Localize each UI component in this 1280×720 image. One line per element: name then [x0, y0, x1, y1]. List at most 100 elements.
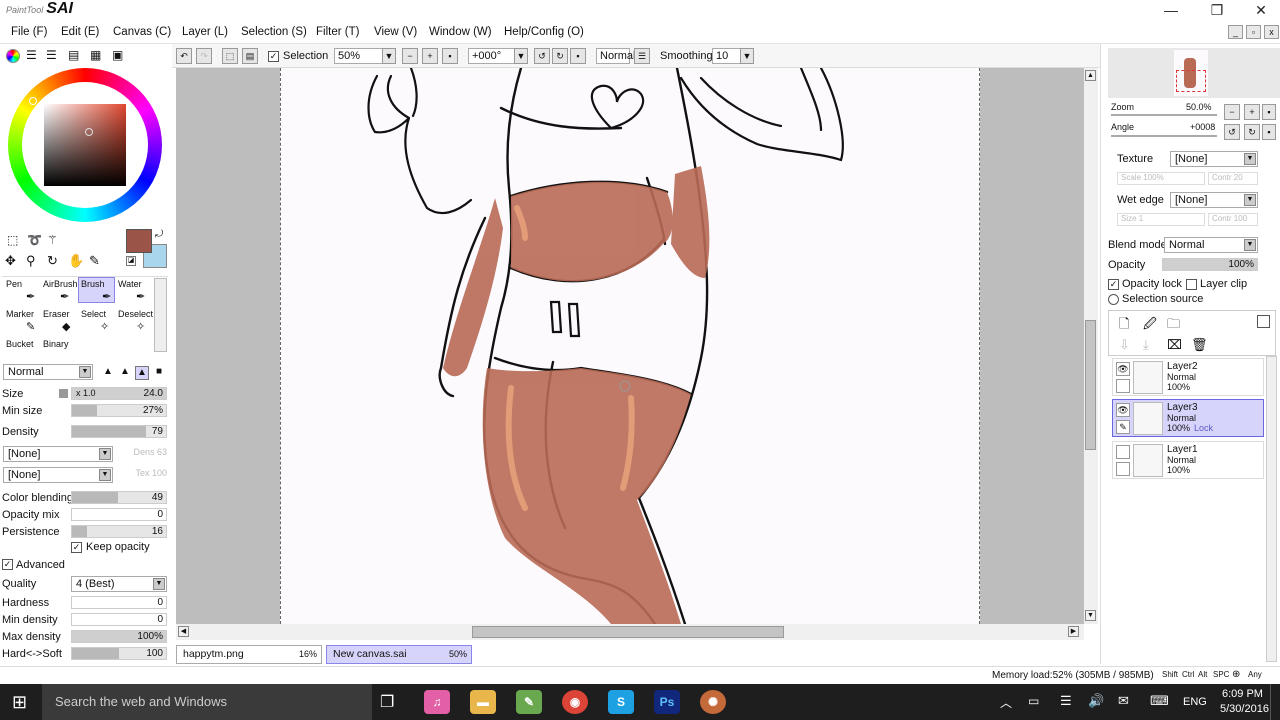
zoom-in-icon[interactable]: +	[422, 48, 438, 64]
nav-rotate-cw-icon[interactable]: ↻	[1244, 124, 1260, 140]
battery-icon[interactable]: ▭	[1028, 694, 1039, 708]
size-slider[interactable]: x 1.0 24.0	[71, 387, 167, 400]
eyedropper-icon[interactable]: ✎	[89, 253, 100, 269]
nav-rotate-reset-icon[interactable]: ▪	[1262, 124, 1276, 140]
tool-bucket[interactable]: Bucket	[6, 339, 34, 349]
doc-tab-happytm[interactable]: happytm.png 16%	[176, 645, 322, 664]
menu-window[interactable]: Window (W)	[429, 26, 492, 38]
rgb-slider-tab-icon[interactable]: ☰	[26, 49, 40, 63]
photoshop-icon[interactable]: Ps	[654, 690, 680, 714]
transfer-down-icon[interactable]: ⇩	[1119, 337, 1130, 353]
itunes-icon[interactable]: ♫	[424, 690, 450, 714]
vertical-scroll-thumb[interactable]	[1085, 320, 1096, 450]
vertical-scrollbar[interactable]: ▲ ▼	[1084, 68, 1098, 624]
tool-grid-scrollbar[interactable]	[154, 278, 167, 352]
layer-edit-icon[interactable]: ✎	[1116, 420, 1130, 434]
tray-chevron-icon[interactable]: ︿	[1000, 694, 1012, 711]
horizontal-scroll-thumb[interactable]	[472, 626, 784, 638]
tray-language[interactable]: ENG	[1183, 696, 1207, 708]
menu-layer[interactable]: Layer (L)	[182, 26, 228, 38]
restore-button[interactable]: ❐	[1194, 0, 1240, 22]
nav-zoom-in-icon[interactable]: +	[1244, 104, 1260, 120]
nav-zoom-out-icon[interactable]: −	[1224, 104, 1240, 120]
new-folder-icon[interactable]: 🗀	[1167, 315, 1180, 337]
nav-angle-slider[interactable]	[1111, 135, 1217, 137]
delete-layer-icon[interactable]: 🗑	[1191, 337, 1208, 353]
min-density-slider[interactable]: 0	[71, 613, 167, 626]
rotate-cw-icon[interactable]: ↻	[552, 48, 568, 64]
density-slider[interactable]: 79	[71, 425, 167, 438]
tool-binary[interactable]: Binary	[43, 339, 69, 349]
skype-icon[interactable]: S	[608, 690, 634, 714]
merge-down-icon[interactable]: ⤓	[1143, 337, 1149, 353]
tray-date[interactable]: 5/30/2016	[1220, 703, 1269, 715]
deselect-icon[interactable]: ⬚	[222, 48, 238, 64]
hand-icon[interactable]: ✋	[68, 253, 84, 269]
nav-zoom-slider[interactable]	[1111, 114, 1217, 116]
wet-edge-dropdown[interactable]: [None] ▼	[1170, 192, 1258, 208]
layer-row[interactable]: 👁 Layer2 Normal 100%	[1112, 358, 1264, 396]
navigator-preview[interactable]	[1108, 48, 1280, 98]
layer-blend-mode-dropdown[interactable]: Normal ▼	[1164, 237, 1258, 253]
zoom-out-icon[interactable]: −	[402, 48, 418, 64]
hsv-slider-tab-icon[interactable]: ☰	[46, 49, 60, 63]
stabilizer-menu-icon[interactable]: ☰	[634, 48, 650, 64]
windows-start-icon[interactable]: ⊞	[12, 692, 27, 713]
transparent-color-icon[interactable]: ◪	[126, 256, 136, 266]
tool-marker[interactable]: Marker	[6, 309, 34, 319]
selection-source-radio[interactable]	[1108, 294, 1119, 305]
layer-edit-icon[interactable]	[1116, 462, 1130, 476]
color-blending-slider[interactable]: 49	[71, 491, 167, 504]
scratchpad-tab-icon[interactable]: ▣	[112, 49, 126, 63]
wifi-icon[interactable]: ☰	[1060, 693, 1072, 709]
advanced-checkbox[interactable]: ✓	[2, 559, 13, 570]
nav-zoom-reset-icon[interactable]: ▪	[1262, 104, 1276, 120]
tool-airbrush[interactable]: AirBrush	[43, 279, 78, 289]
new-layer-icon[interactable]: 🗋	[1119, 315, 1129, 337]
chevron-down-icon[interactable]: ▼	[740, 48, 754, 64]
rect-select-icon[interactable]: ⬚	[7, 233, 18, 247]
swap-colors-icon[interactable]: ⤾	[155, 229, 163, 240]
notification-icon[interactable]: ✉	[1118, 693, 1129, 709]
painttool-sai-icon[interactable]: ✎	[516, 690, 542, 714]
new-linework-layer-icon[interactable]: 🖉	[1143, 315, 1157, 337]
rotate-ccw-icon[interactable]: ↺	[534, 48, 550, 64]
opacity-lock-checkbox[interactable]: ✓	[1108, 279, 1119, 290]
layer-menu-icon[interactable]	[1257, 315, 1270, 328]
layer-clip-checkbox[interactable]	[1186, 279, 1197, 290]
volume-icon[interactable]: 🔊	[1088, 693, 1104, 709]
tip-shape-round-icon[interactable]: ▲	[118, 366, 132, 380]
tool-select[interactable]: Select	[81, 309, 106, 319]
invert-selection-icon[interactable]: ▤	[242, 48, 258, 64]
persistence-slider[interactable]: 16	[71, 525, 167, 538]
tip-shape-flat-icon[interactable]: ■	[152, 366, 166, 380]
tool-pen[interactable]: Pen	[6, 279, 22, 289]
tool-deselect[interactable]: Deselect	[118, 309, 153, 319]
scroll-up-icon[interactable]: ▲	[1085, 70, 1096, 81]
saturation-value-box[interactable]	[44, 104, 126, 186]
tool-water[interactable]: Water	[118, 279, 142, 289]
layer-visibility-icon[interactable]	[1116, 445, 1130, 459]
tray-time[interactable]: 6:09 PM	[1222, 688, 1263, 700]
opacity-mix-slider[interactable]: 0	[71, 508, 167, 521]
quality-dropdown[interactable]: 4 (Best) ▼	[71, 576, 167, 592]
menu-selection[interactable]: Selection (S)	[241, 26, 307, 38]
rotate-icon[interactable]: ↻	[47, 253, 58, 269]
hard-soft-slider[interactable]: 100	[71, 647, 167, 660]
view-mode-field[interactable]: Normal	[596, 48, 635, 64]
layer-row[interactable]: 👁 ✎ Layer3 Normal 100% Lock	[1112, 399, 1264, 437]
minimize-button[interactable]: —	[1148, 0, 1194, 22]
file-explorer-icon[interactable]: ▬	[470, 690, 496, 714]
doc-close-icon[interactable]: x	[1264, 25, 1279, 39]
menu-view[interactable]: View (V)	[374, 26, 417, 38]
color-wheel-tab-icon[interactable]	[6, 49, 20, 63]
magic-wand-icon[interactable]: ⚚	[47, 233, 58, 247]
selection-checkbox[interactable]: ✓	[268, 51, 279, 62]
canvas-viewport[interactable]	[176, 66, 1084, 626]
scroll-right-icon[interactable]: ▶	[1068, 626, 1079, 637]
layer-visibility-icon[interactable]: 👁	[1116, 362, 1130, 376]
doc-minimize-icon[interactable]: _	[1228, 25, 1243, 39]
lasso-icon[interactable]: ➰	[27, 233, 42, 247]
primary-color-swatch[interactable]	[126, 229, 152, 253]
layer-row[interactable]: Layer1 Normal 100%	[1112, 441, 1264, 479]
